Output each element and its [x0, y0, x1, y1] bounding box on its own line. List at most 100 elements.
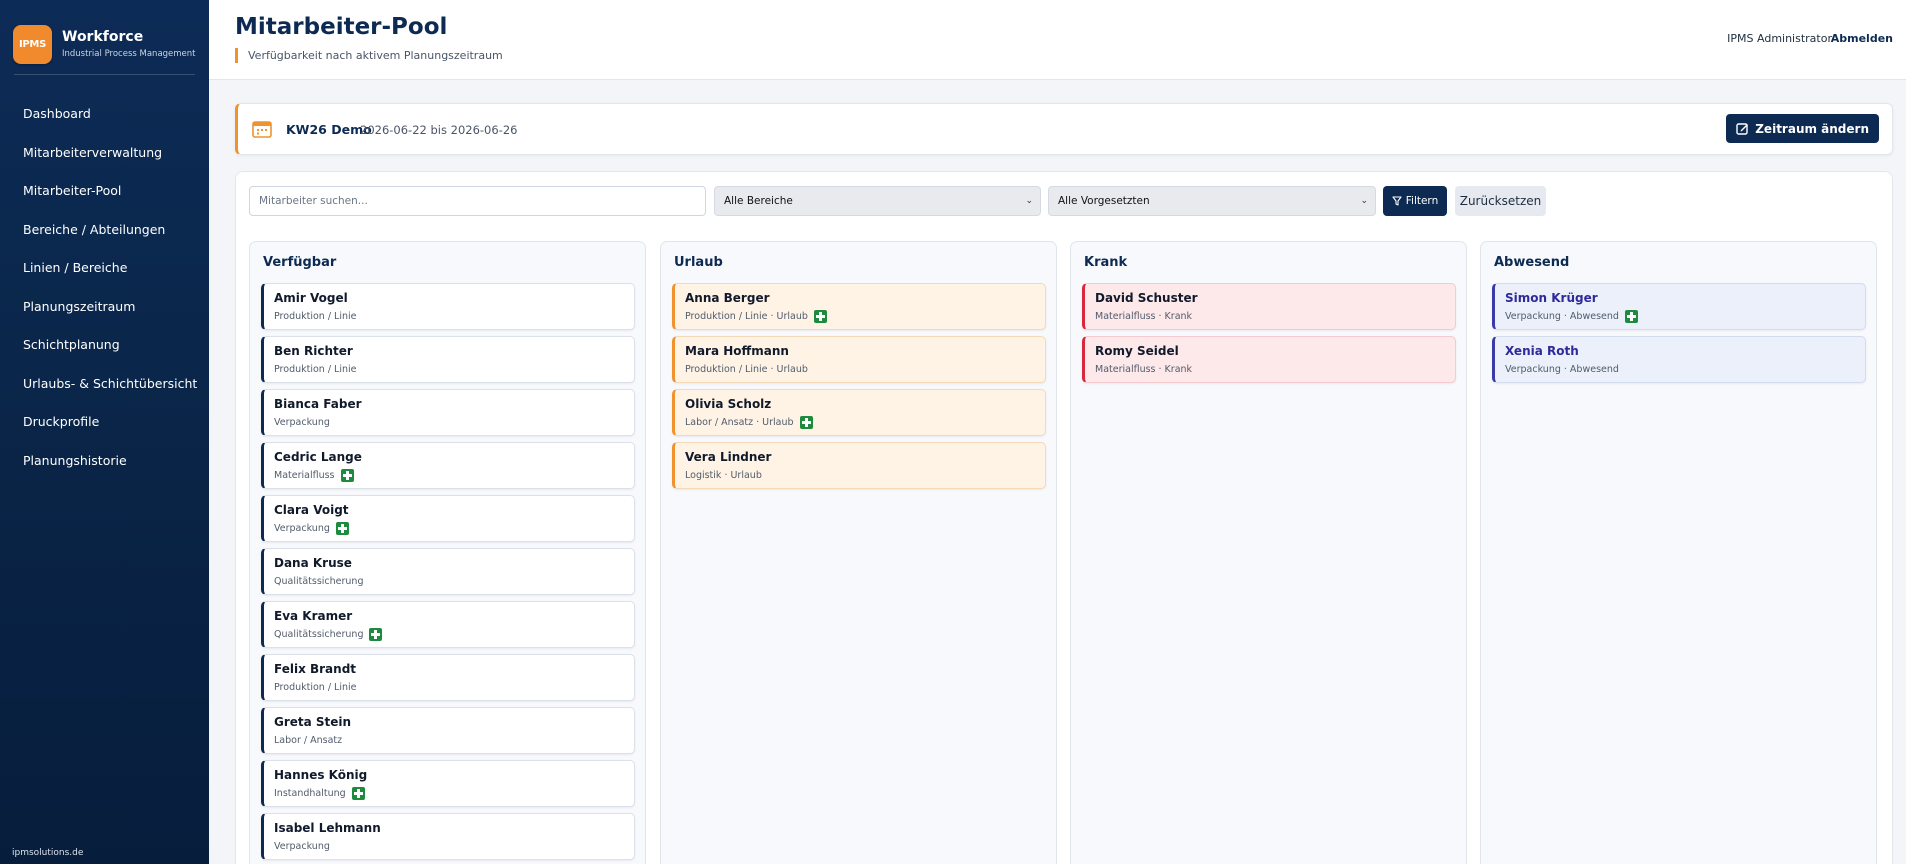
- column-title: Verfügbar: [263, 255, 337, 270]
- employee-name: Cedric Lange: [274, 450, 362, 464]
- employee-name: Romy Seidel: [1095, 344, 1179, 358]
- period-name: KW26 Demo: [286, 122, 372, 137]
- filter-icon: [1392, 196, 1402, 206]
- employee-card[interactable]: Hannes König Instandhaltung: [261, 760, 635, 807]
- employee-card[interactable]: Dana Kruse Qualitätssicherung: [261, 548, 635, 595]
- employee-meta: Materialfluss · Krank: [1095, 309, 1455, 323]
- filter-label: Filtern: [1405, 195, 1439, 207]
- employee-card[interactable]: Olivia Scholz Labor / Ansatz · Urlaub: [672, 389, 1046, 436]
- employee-department: Verpackung: [274, 840, 330, 852]
- sidebar-item-planungshistorie[interactable]: Planungshistorie: [0, 442, 209, 481]
- first-aid-icon: [799, 415, 813, 429]
- chevron-down-icon: ⌄: [1360, 196, 1368, 206]
- sidebar-item-bereiche-abteilungen[interactable]: Bereiche / Abteilungen: [0, 211, 209, 250]
- area-select[interactable]: Alle Bereiche ⌄: [714, 186, 1041, 216]
- employee-meta: Verpackung · Abwesend: [1505, 309, 1865, 323]
- sidebar-item-planungszeitraum[interactable]: Planungszeitraum: [0, 288, 209, 327]
- card-list: David Schuster Materialfluss · Krank Romy …: [1082, 283, 1456, 389]
- logout-link[interactable]: Abmelden: [1831, 32, 1893, 45]
- column-krank: Krank David Schuster Materialfluss · Kran…: [1070, 241, 1467, 864]
- employee-search-input[interactable]: [249, 186, 706, 216]
- supervisor-select[interactable]: Alle Vorgesetzten ⌄: [1048, 186, 1376, 216]
- employee-meta: Produktion / Linie · Urlaub: [685, 309, 1045, 323]
- employee-department: Verpackung · Abwesend: [1505, 310, 1619, 322]
- employee-name: Simon Krüger: [1505, 291, 1598, 305]
- sidebar-item-urlaubs-schichtuebersicht[interactable]: Urlaubs- & Schichtübersicht: [0, 365, 209, 404]
- ipms-logo: IPMS: [13, 24, 52, 64]
- employee-card[interactable]: Ben Richter Produktion / Linie: [261, 336, 635, 383]
- employee-department: Logistik · Urlaub: [685, 469, 762, 481]
- brand-title: Workforce: [62, 29, 144, 45]
- employee-meta: Labor / Ansatz · Urlaub: [685, 415, 1045, 429]
- employee-card[interactable]: Romy Seidel Materialfluss · Krank: [1082, 336, 1456, 383]
- column-abwesend: Abwesend Simon Krüger Verpackung · Abwese…: [1480, 241, 1877, 864]
- card-list: Simon Krüger Verpackung · Abwesend Xenia R…: [1492, 283, 1866, 389]
- planning-period-card: KW26 Demo 2026-06-22 bis 2026-06-26 Zeit…: [235, 103, 1893, 155]
- page-subtitle: Verfügbarkeit nach aktivem Planungszeitr…: [235, 48, 503, 63]
- employee-name: Clara Voigt: [274, 503, 349, 517]
- brand[interactable]: IPMS Workforce Industrial Process Manage…: [0, 0, 209, 74]
- employee-department: Produktion / Linie · Urlaub: [685, 363, 808, 375]
- reset-button[interactable]: Zurücksetzen: [1455, 186, 1546, 216]
- sidebar-item-mitarbeiter-pool[interactable]: Mitarbeiter-Pool: [0, 172, 209, 211]
- employee-card[interactable]: Clara Voigt Verpackung: [261, 495, 635, 542]
- employee-name: Olivia Scholz: [685, 397, 772, 411]
- employee-card[interactable]: Eva Kramer Qualitätssicherung: [261, 601, 635, 648]
- employee-name: Xenia Roth: [1505, 344, 1579, 358]
- employee-name: Ben Richter: [274, 344, 353, 358]
- employee-card[interactable]: Greta Stein Labor / Ansatz: [261, 707, 635, 754]
- employee-card[interactable]: Cedric Lange Materialfluss: [261, 442, 635, 489]
- employee-meta: Verpackung: [274, 839, 634, 853]
- sidebar-divider: [14, 74, 195, 75]
- employee-card[interactable]: Bianca Faber Verpackung: [261, 389, 635, 436]
- employee-name: Hannes König: [274, 768, 368, 782]
- first-aid-icon: [351, 786, 365, 800]
- sidebar-item-dashboard[interactable]: Dashboard: [0, 95, 209, 134]
- sidebar-item-mitarbeiterverwaltung[interactable]: Mitarbeiterverwaltung: [0, 134, 209, 173]
- sidebar: IPMS Workforce Industrial Process Manage…: [0, 0, 209, 864]
- employee-card[interactable]: Amir Vogel Produktion / Linie: [261, 283, 635, 330]
- employee-department: Labor / Ansatz · Urlaub: [685, 416, 794, 428]
- edit-icon: [1736, 123, 1749, 135]
- supervisor-select-value: Alle Vorgesetzten: [1058, 195, 1150, 207]
- column-urlaub: Urlaub Anna Berger Produktion / Linie · U…: [660, 241, 1057, 864]
- period-range: 2026-06-22 bis 2026-06-26: [360, 123, 518, 137]
- employee-department: Labor / Ansatz: [274, 734, 343, 746]
- card-list: Anna Berger Produktion / Linie · Urlaub Ma…: [672, 283, 1046, 495]
- employee-department: Materialfluss: [274, 469, 335, 481]
- column-title: Abwesend: [1494, 255, 1570, 270]
- employee-card[interactable]: Felix Brandt Produktion / Linie: [261, 654, 635, 701]
- employee-card[interactable]: Simon Krüger Verpackung · Abwesend: [1492, 283, 1866, 330]
- employee-department: Produktion / Linie · Urlaub: [685, 310, 808, 322]
- employee-card[interactable]: Anna Berger Produktion / Linie · Urlaub: [672, 283, 1046, 330]
- filter-button[interactable]: Filtern: [1383, 186, 1447, 216]
- employee-meta: Qualitätssicherung: [274, 627, 634, 641]
- page-header: Mitarbeiter-Pool Verfügbarkeit nach akti…: [209, 0, 1906, 80]
- employee-meta: Materialfluss · Krank: [1095, 362, 1455, 376]
- employee-card[interactable]: Xenia Roth Verpackung · Abwesend: [1492, 336, 1866, 383]
- employee-meta: Verpackung: [274, 521, 634, 535]
- change-period-button[interactable]: Zeitraum ändern: [1726, 114, 1879, 143]
- employee-name: Felix Brandt: [274, 662, 357, 676]
- employee-card[interactable]: Mara Hoffmann Produktion / Linie · Urlaub: [672, 336, 1046, 383]
- employee-meta: Verpackung: [274, 415, 634, 429]
- change-period-label: Zeitraum ändern: [1755, 121, 1869, 136]
- employee-name: David Schuster: [1095, 291, 1198, 305]
- first-aid-icon: [335, 521, 349, 535]
- sidebar-item-schichtplanung[interactable]: Schichtplanung: [0, 326, 209, 365]
- sidebar-item-druckprofile[interactable]: Druckprofile: [0, 403, 209, 442]
- employee-meta: Produktion / Linie · Urlaub: [685, 362, 1045, 376]
- employee-card[interactable]: David Schuster Materialfluss · Krank: [1082, 283, 1456, 330]
- sidebar-nav: Dashboard Mitarbeiterverwaltung Mitarbei…: [0, 95, 209, 480]
- employee-meta: Produktion / Linie: [274, 680, 634, 694]
- employee-card[interactable]: Isabel Lehmann Verpackung: [261, 813, 635, 860]
- employee-card[interactable]: Vera Lindner Logistik · Urlaub: [672, 442, 1046, 489]
- employee-name: Amir Vogel: [274, 291, 348, 305]
- employee-department: Instandhaltung: [274, 787, 346, 799]
- employee-name: Isabel Lehmann: [274, 821, 381, 835]
- employee-department: Produktion / Linie: [274, 310, 357, 322]
- employee-department: Produktion / Linie: [274, 681, 357, 693]
- footer-link[interactable]: ipmsolutions.de: [12, 848, 83, 858]
- sidebar-item-linien-bereiche[interactable]: Linien / Bereiche: [0, 249, 209, 288]
- page-title: Mitarbeiter-Pool: [235, 14, 448, 40]
